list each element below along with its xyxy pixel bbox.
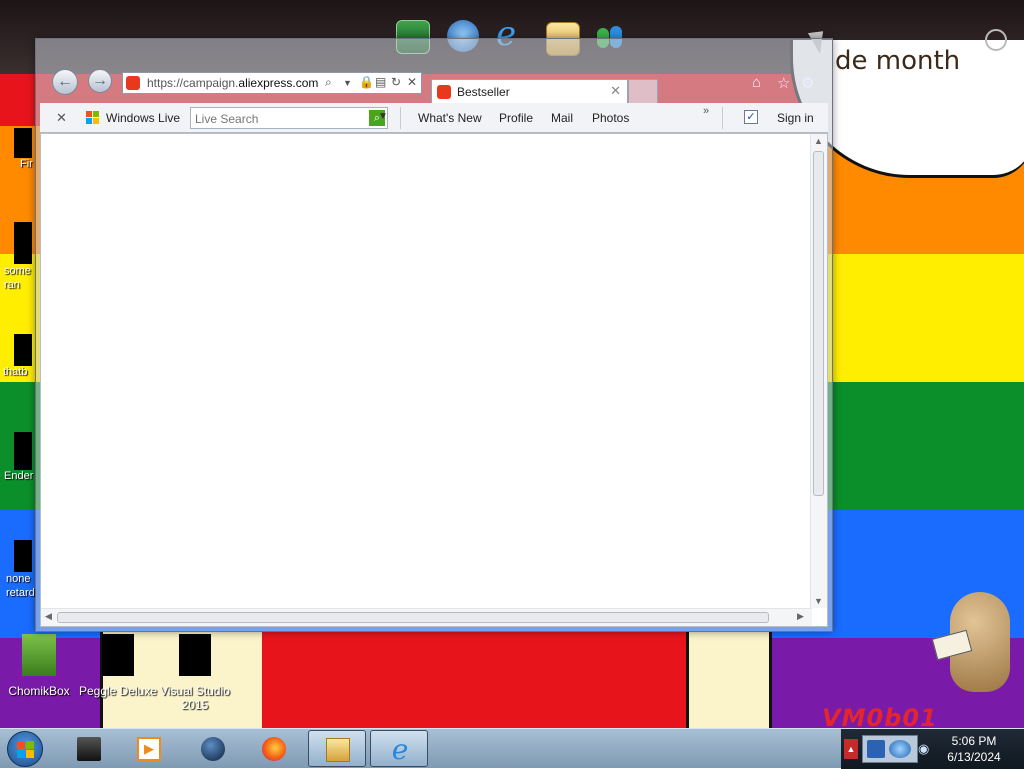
tray-icons bbox=[862, 735, 918, 763]
address-url: https://campaign.aliexpress.com bbox=[147, 76, 319, 90]
desktop-icon-label: ChomikBox bbox=[8, 684, 70, 698]
chomikbox-icon bbox=[22, 634, 56, 676]
horizontal-scrollbar[interactable]: ◀ ▶ bbox=[41, 608, 812, 626]
address-bar[interactable]: https://campaign.aliexpress.com ⌕ ▼ 🔒 ▤ … bbox=[122, 72, 422, 94]
taskbar-item-media-player[interactable]: ▶ bbox=[120, 730, 178, 767]
dropdown-arrow-icon[interactable]: ▼ bbox=[343, 78, 352, 88]
internet-explorer-icon: e bbox=[391, 733, 409, 766]
search-options-dropdown-icon[interactable]: ▼ bbox=[378, 111, 388, 122]
tab-bestseller[interactable]: Bestseller ✕ bbox=[431, 79, 628, 103]
desktop-icon-partial-3[interactable]: thatb bbox=[0, 334, 32, 378]
lock-icon[interactable]: 🔒 bbox=[359, 75, 374, 89]
refresh-icon[interactable]: ↻ bbox=[391, 75, 401, 89]
taskbar-item-globe[interactable] bbox=[184, 730, 242, 767]
briefcase-icon[interactable] bbox=[985, 29, 1007, 51]
stop-icon[interactable]: ✕ bbox=[407, 75, 417, 89]
scroll-left-arrow-icon[interactable]: ◀ bbox=[45, 611, 52, 622]
desktop-icon-partial-5[interactable]: none retard bbox=[0, 540, 36, 600]
toolbar-separator bbox=[400, 107, 401, 129]
taskbar-clock[interactable]: 5:06 PM 6/13/2024 bbox=[932, 733, 1016, 765]
icon-placeholder bbox=[14, 432, 32, 470]
compatibility-icon[interactable]: ▤ bbox=[375, 75, 386, 89]
close-tab-icon[interactable]: ✕ bbox=[610, 83, 621, 99]
network-icon[interactable] bbox=[867, 740, 885, 758]
favorites-star-icon[interactable]: ☆ bbox=[777, 74, 790, 92]
site-favicon-icon bbox=[126, 76, 140, 90]
desktop-icon-label: none retard bbox=[6, 573, 35, 599]
toolbar-more-chevron[interactable]: » bbox=[703, 105, 709, 117]
tab-title: Bestseller bbox=[457, 85, 510, 99]
taskbar-item-box[interactable] bbox=[60, 730, 118, 767]
desktop-icon-label: Visual Studio 2015 bbox=[160, 684, 230, 712]
desktop-icon-label: Ender bbox=[4, 470, 34, 482]
taskbar: ▶ e ▲ ◉ 5:06 PM 6/13/2024 bbox=[0, 728, 1024, 769]
windows-live-toolbar: ✕ Windows Live ⌕ ▼ What's New Profile Ma… bbox=[40, 103, 828, 133]
desktop-icon-label: Peggle Deluxe bbox=[78, 684, 158, 698]
icon-placeholder bbox=[14, 540, 32, 572]
toolbar-close-icon[interactable]: ✕ bbox=[56, 110, 67, 126]
icon-placeholder bbox=[14, 128, 32, 158]
toolbar-link-mail[interactable]: Mail bbox=[551, 111, 573, 125]
taskbar-item-internet-explorer[interactable]: e bbox=[370, 730, 428, 767]
scroll-up-arrow-icon[interactable]: ▲ bbox=[814, 136, 823, 146]
ie-tray-icon[interactable] bbox=[889, 740, 911, 758]
toolbar-separator bbox=[722, 107, 723, 129]
show-hidden-icons-button[interactable]: ▲ bbox=[844, 739, 858, 759]
sign-in-link[interactable]: Sign in bbox=[777, 111, 814, 125]
toolbar-link-photos[interactable]: Photos bbox=[592, 111, 629, 125]
toolbar-link-whats-new[interactable]: What's New bbox=[418, 111, 482, 125]
desktop-icon-peggle-deluxe[interactable]: Peggle Deluxe bbox=[78, 634, 158, 698]
desktop-icon-label: thatb bbox=[3, 366, 28, 378]
live-search-box: ⌕ bbox=[190, 107, 388, 129]
toolbar-link-profile[interactable]: Profile bbox=[499, 111, 533, 125]
clock-date: 6/13/2024 bbox=[947, 750, 1001, 764]
folder-icon bbox=[326, 738, 350, 762]
start-button[interactable] bbox=[7, 731, 43, 767]
browser-window: ← → https://campaign.aliexpress.com ⌕ ▼ … bbox=[35, 38, 833, 632]
horizontal-scroll-thumb[interactable] bbox=[57, 612, 769, 623]
media-player-icon: ▶ bbox=[137, 737, 161, 761]
desktop-icon-label: Fir bbox=[20, 158, 33, 170]
scroll-down-arrow-icon[interactable]: ▼ bbox=[814, 596, 823, 606]
visual-studio-icon bbox=[179, 634, 211, 676]
taskbar-item-firefox[interactable] bbox=[245, 730, 303, 767]
wallpaper-figure-red bbox=[262, 632, 690, 728]
icon-placeholder bbox=[14, 222, 32, 264]
wallpaper-figure-right bbox=[686, 632, 772, 733]
black-box-icon bbox=[77, 737, 101, 761]
vertical-scroll-thumb[interactable] bbox=[813, 151, 824, 496]
search-icon[interactable]: ⌕ bbox=[325, 75, 332, 90]
desktop-icon-label: some ran bbox=[4, 265, 31, 291]
icon-placeholder bbox=[14, 334, 32, 366]
gear-icon[interactable]: ⚙ bbox=[801, 74, 814, 92]
new-tab-button[interactable] bbox=[628, 79, 658, 103]
back-button[interactable]: ← bbox=[52, 69, 78, 95]
desktop-icon-partial-2[interactable]: some ran bbox=[0, 222, 36, 292]
desktop-icon-partial-1[interactable]: Fir bbox=[0, 128, 33, 170]
scroll-right-arrow-icon[interactable]: ▶ bbox=[797, 611, 804, 622]
live-search-input[interactable] bbox=[193, 109, 357, 129]
vertical-scrollbar[interactable]: ▲ ▼ bbox=[810, 134, 827, 608]
page-content-area[interactable]: ▲ ▼ ◀ ▶ bbox=[40, 133, 828, 627]
home-icon[interactable]: ⌂ bbox=[752, 74, 761, 91]
dark-globe-icon bbox=[201, 737, 225, 761]
firefox-icon bbox=[262, 737, 286, 761]
windows-logo-icon bbox=[86, 111, 100, 125]
clock-time: 5:06 PM bbox=[951, 734, 997, 748]
volume-icon[interactable]: ◉ bbox=[918, 741, 929, 757]
forward-button[interactable]: → bbox=[88, 69, 112, 93]
peggle-deluxe-icon bbox=[102, 634, 134, 676]
desktop-icon-chomikbox[interactable]: ChomikBox bbox=[4, 634, 74, 698]
hamster-mascot-icon bbox=[930, 592, 1020, 697]
desktop-icon-visual-studio[interactable]: Visual Studio 2015 bbox=[156, 634, 234, 712]
checkbox-icon[interactable]: ✓ bbox=[744, 110, 758, 124]
taskbar-item-explorer[interactable] bbox=[308, 730, 366, 767]
desktop-icon-partial-4[interactable]: Ender bbox=[0, 432, 33, 482]
tab-favicon-icon bbox=[437, 85, 451, 99]
windows-live-button[interactable]: Windows Live bbox=[106, 111, 180, 125]
